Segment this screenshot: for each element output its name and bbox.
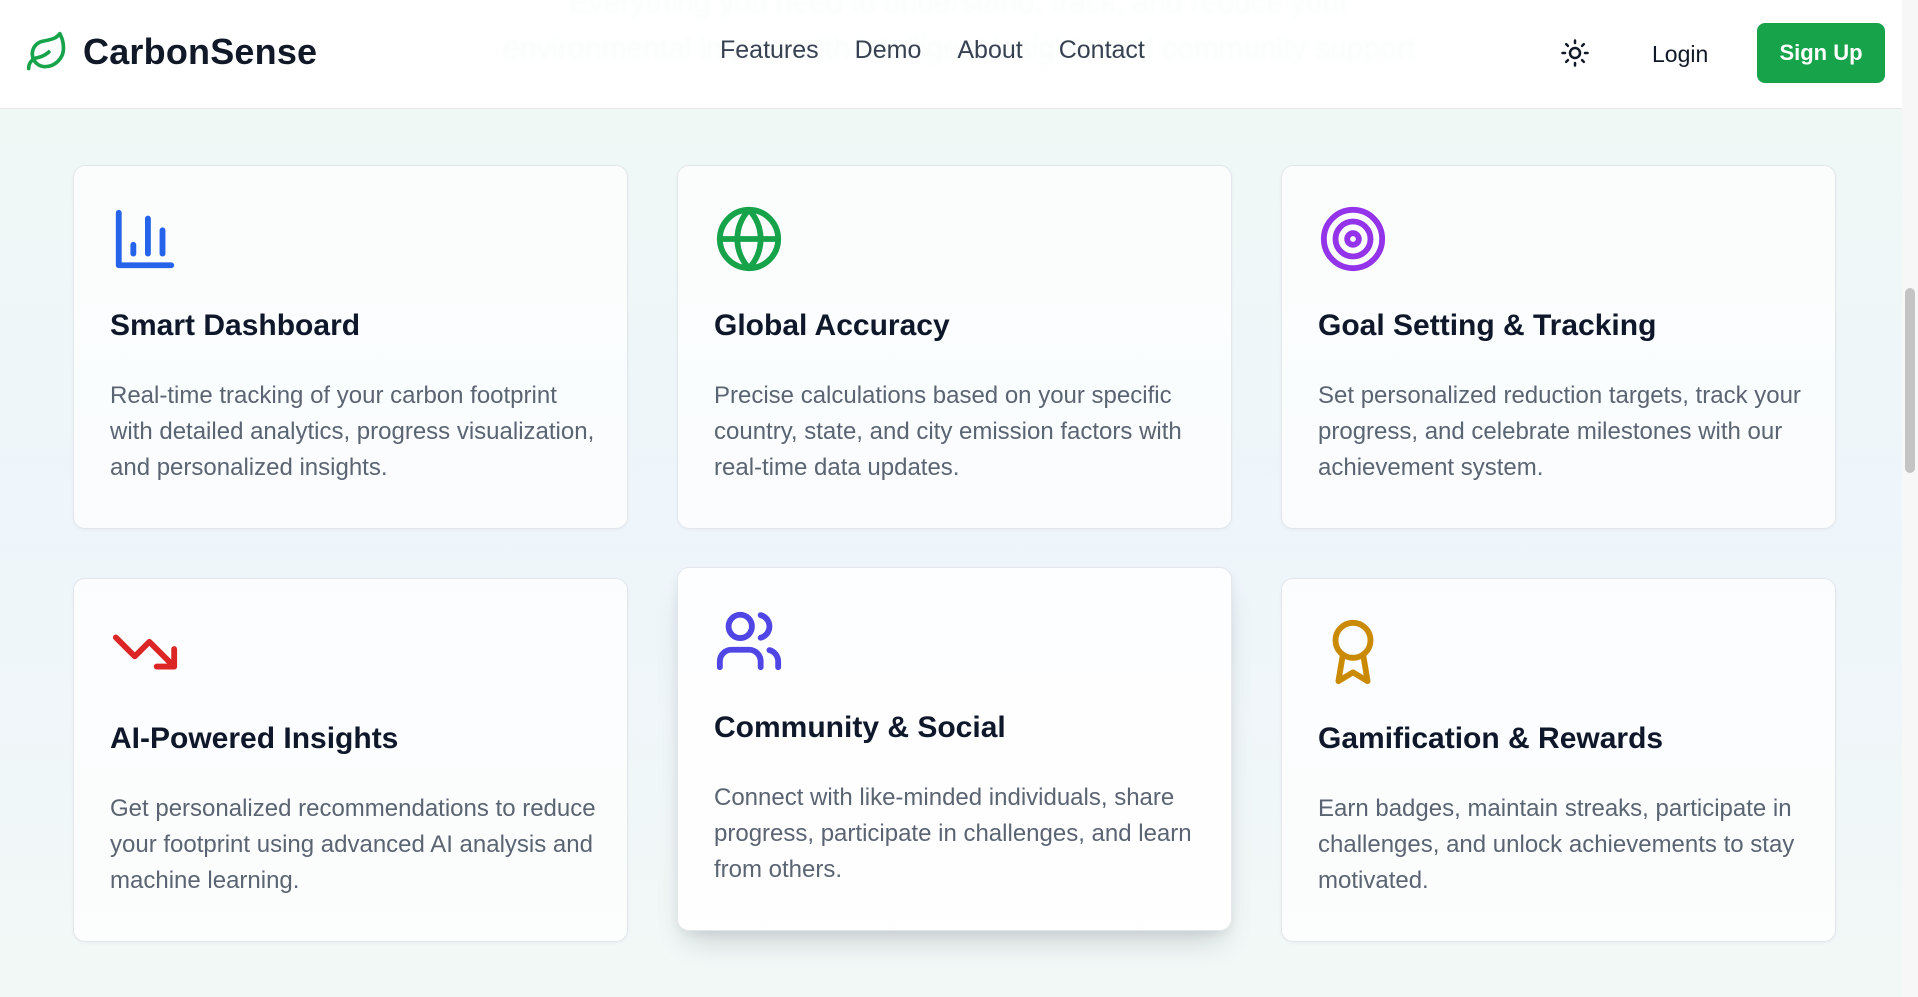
feature-title: Global Accuracy bbox=[714, 309, 950, 342]
feature-card-gamification: Gamification & Rewards Earn badges, main… bbox=[1281, 578, 1836, 942]
brand-logo-link[interactable]: CarbonSense bbox=[25, 30, 317, 74]
feature-description: Real-time tracking of your carbon footpr… bbox=[110, 382, 595, 481]
feature-card-global-accuracy: Global Accuracy Precise calculations bas… bbox=[677, 165, 1232, 529]
feature-title: Community & Social bbox=[714, 711, 1006, 744]
trending-down-icon bbox=[112, 634, 178, 670]
bar-chart-icon bbox=[115, 209, 175, 269]
feature-card-ai-insights: AI-Powered Insights Get personalized rec… bbox=[73, 578, 628, 942]
feature-title: Goal Setting & Tracking bbox=[1318, 309, 1657, 342]
sun-icon[interactable] bbox=[1560, 38, 1590, 68]
feature-title: AI-Powered Insights bbox=[110, 722, 399, 755]
navbar: CarbonSense Features Demo About Contact … bbox=[0, 0, 1902, 109]
feature-card-smart-dashboard: Smart Dashboard Real-time tracking of yo… bbox=[73, 165, 628, 529]
feature-description: Get personalized recommendations to redu… bbox=[110, 795, 596, 894]
feature-title: Gamification & Rewards bbox=[1318, 722, 1664, 755]
feature-card-community: Community & Social Connect with like-min… bbox=[677, 567, 1232, 931]
nav-link-about[interactable]: About bbox=[957, 36, 1022, 65]
scrollbar-thumb[interactable] bbox=[1905, 288, 1915, 473]
nav-link-contact[interactable]: Contact bbox=[1059, 36, 1145, 65]
globe-icon bbox=[716, 206, 782, 272]
users-icon bbox=[716, 611, 782, 671]
sign-up-button[interactable]: Sign Up bbox=[1757, 23, 1885, 83]
nav-link-demo[interactable]: Demo bbox=[855, 36, 922, 65]
scrollbar-track[interactable] bbox=[1902, 0, 1918, 997]
login-button[interactable]: Login bbox=[1632, 34, 1728, 74]
feature-card-goal-setting: Goal Setting & Tracking Set personalized… bbox=[1281, 165, 1836, 529]
feature-description: Precise calculations based on your speci… bbox=[714, 382, 1182, 481]
nav-links: Features Demo About Contact bbox=[720, 36, 1145, 65]
feature-description: Connect with like-minded individuals, sh… bbox=[714, 784, 1192, 883]
feature-title: Smart Dashboard bbox=[110, 309, 361, 342]
brand-name: CarbonSense bbox=[83, 31, 318, 72]
target-icon bbox=[1320, 206, 1386, 272]
feature-description: Set personalized reduction targets, trac… bbox=[1318, 382, 1801, 481]
nav-link-features[interactable]: Features bbox=[720, 36, 819, 65]
leaf-icon bbox=[26, 31, 66, 71]
feature-description: Earn badges, maintain streaks, participa… bbox=[1318, 795, 1795, 894]
award-icon bbox=[1332, 619, 1374, 685]
